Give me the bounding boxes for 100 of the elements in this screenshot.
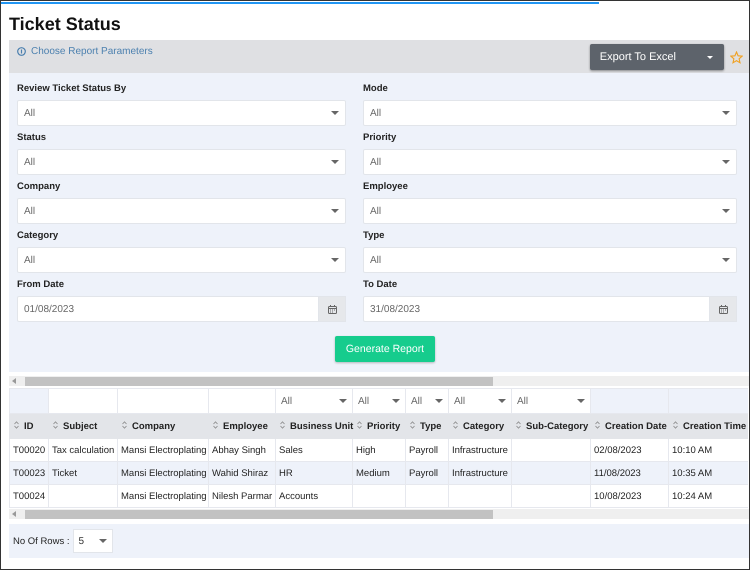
caret-icon bbox=[331, 160, 339, 164]
scrollbar[interactable] bbox=[9, 376, 749, 386]
column-header[interactable]: Sub-Category bbox=[512, 414, 590, 438]
parameters-link[interactable]: Choose Report Parameters bbox=[17, 46, 153, 57]
sort-icon bbox=[410, 420, 415, 428]
caret-icon bbox=[722, 209, 730, 213]
caret-icon bbox=[331, 111, 339, 115]
calendar-button[interactable] bbox=[318, 296, 346, 322]
sort-icon bbox=[53, 420, 58, 428]
table-cell: Mansi Electroplating bbox=[118, 462, 208, 484]
table-cell: 11/08/2023 bbox=[590, 462, 668, 484]
filter-dropdown[interactable]: All bbox=[512, 389, 590, 413]
sort-icon bbox=[673, 420, 678, 428]
field-label: Company bbox=[17, 181, 62, 194]
dropdown[interactable]: All bbox=[363, 247, 737, 273]
sort-icon bbox=[280, 420, 285, 428]
calendar-icon bbox=[718, 304, 728, 314]
table-cell: HR bbox=[276, 462, 352, 484]
caret-icon bbox=[98, 539, 106, 543]
column-header[interactable]: Type bbox=[406, 414, 448, 438]
sort-icon bbox=[14, 420, 19, 428]
dropdown[interactable]: All bbox=[363, 100, 737, 126]
table-cell: 10/08/2023 bbox=[590, 484, 668, 508]
sort-icon bbox=[213, 420, 218, 428]
table-cell: T00024 bbox=[10, 484, 48, 508]
table-cell: Medium bbox=[352, 462, 406, 484]
table-cell: 10:10 AM bbox=[668, 438, 748, 462]
sort-icon bbox=[595, 420, 600, 428]
table-cell: Tax calculation bbox=[48, 438, 118, 462]
table-cell: 02/08/2023 bbox=[590, 438, 668, 462]
caret-icon bbox=[339, 399, 347, 403]
column-header[interactable]: Subject bbox=[48, 414, 118, 438]
column-header[interactable]: Creation Time bbox=[668, 414, 748, 438]
info-icon bbox=[17, 47, 26, 56]
caret-icon bbox=[331, 209, 339, 213]
dropdown[interactable]: All bbox=[17, 149, 346, 175]
caret-icon bbox=[331, 258, 339, 262]
caret-icon bbox=[707, 56, 713, 58]
scroll-left-icon bbox=[12, 378, 16, 384]
caret-icon bbox=[722, 160, 730, 164]
export-button[interactable]: Export To Excel bbox=[590, 44, 724, 70]
filter-dropdown[interactable]: All bbox=[449, 389, 511, 413]
table-cell: Mansi Electroplating bbox=[118, 484, 208, 508]
caret-icon bbox=[722, 258, 730, 262]
field-label: Type bbox=[363, 230, 386, 243]
table-cell: Accounts bbox=[276, 484, 352, 508]
scrollbar-thumb[interactable] bbox=[25, 510, 493, 518]
field-label: From Date bbox=[17, 279, 65, 292]
table-cell: Infrastructure bbox=[448, 438, 512, 462]
field-label: To Date bbox=[363, 279, 398, 292]
table-cell: Abhay Singh bbox=[208, 438, 276, 462]
table-cell: Ticket bbox=[48, 462, 118, 484]
column-header[interactable]: Business Unit bbox=[276, 414, 352, 438]
sort-icon bbox=[357, 420, 362, 428]
table-cell: T00023 bbox=[10, 462, 48, 484]
dropdown[interactable]: All bbox=[363, 149, 737, 175]
table-cell: Sales bbox=[276, 438, 352, 462]
filter-dropdown[interactable]: All bbox=[406, 389, 448, 413]
calendar-icon bbox=[328, 304, 336, 314]
date-field[interactable]: 01/08/2023 bbox=[17, 296, 318, 322]
scroll-left-icon bbox=[12, 511, 16, 517]
table-cell: Nilesh Parmar bbox=[208, 484, 276, 508]
rows-dropdown[interactable]: 5 bbox=[72, 529, 112, 553]
caret-icon bbox=[722, 111, 730, 115]
field-label: Status bbox=[17, 132, 48, 145]
filter-dropdown[interactable]: All bbox=[276, 389, 352, 413]
calendar-button[interactable] bbox=[709, 296, 737, 322]
table-cell: T00020 bbox=[10, 438, 48, 462]
dropdown[interactable]: All bbox=[17, 198, 346, 224]
sort-icon bbox=[122, 420, 127, 428]
column-header[interactable]: Category bbox=[448, 414, 512, 438]
table-cell: Payroll bbox=[406, 462, 448, 484]
caret-icon bbox=[577, 399, 585, 403]
table-cell: Wahid Shiraz bbox=[208, 462, 276, 484]
table-cell: Mansi Electroplating bbox=[118, 438, 208, 462]
sort-icon bbox=[453, 420, 458, 428]
scrollbar-thumb[interactable] bbox=[25, 376, 493, 386]
table-cell: 10:35 AM bbox=[668, 462, 748, 484]
page-title: Ticket Status bbox=[9, 14, 122, 34]
dropdown[interactable]: All bbox=[17, 247, 346, 273]
column-header[interactable]: Creation Date bbox=[590, 414, 668, 438]
column-header[interactable]: Priority bbox=[352, 414, 406, 438]
column-header[interactable]: ID bbox=[10, 414, 48, 438]
scrollbar[interactable] bbox=[9, 509, 749, 519]
table-cell: 10:24 AM bbox=[668, 484, 748, 508]
table-cell: Infrastructure bbox=[448, 462, 512, 484]
column-header[interactable]: Employee bbox=[208, 414, 276, 438]
date-field[interactable]: 31/08/2023 bbox=[363, 296, 709, 322]
table-cell: High bbox=[352, 438, 406, 462]
table-cell: Payroll bbox=[406, 438, 448, 462]
field-label: Priority bbox=[363, 132, 398, 145]
caret-icon bbox=[498, 399, 506, 403]
dropdown[interactable]: All bbox=[17, 100, 346, 126]
sort-icon bbox=[516, 420, 521, 428]
column-header[interactable]: Company bbox=[118, 414, 208, 438]
filter-dropdown[interactable]: All bbox=[353, 389, 405, 413]
field-label: Category bbox=[17, 230, 60, 243]
rows-label: No Of Rows : bbox=[13, 536, 70, 546]
star-icon[interactable] bbox=[730, 50, 743, 64]
dropdown[interactable]: All bbox=[363, 198, 737, 224]
